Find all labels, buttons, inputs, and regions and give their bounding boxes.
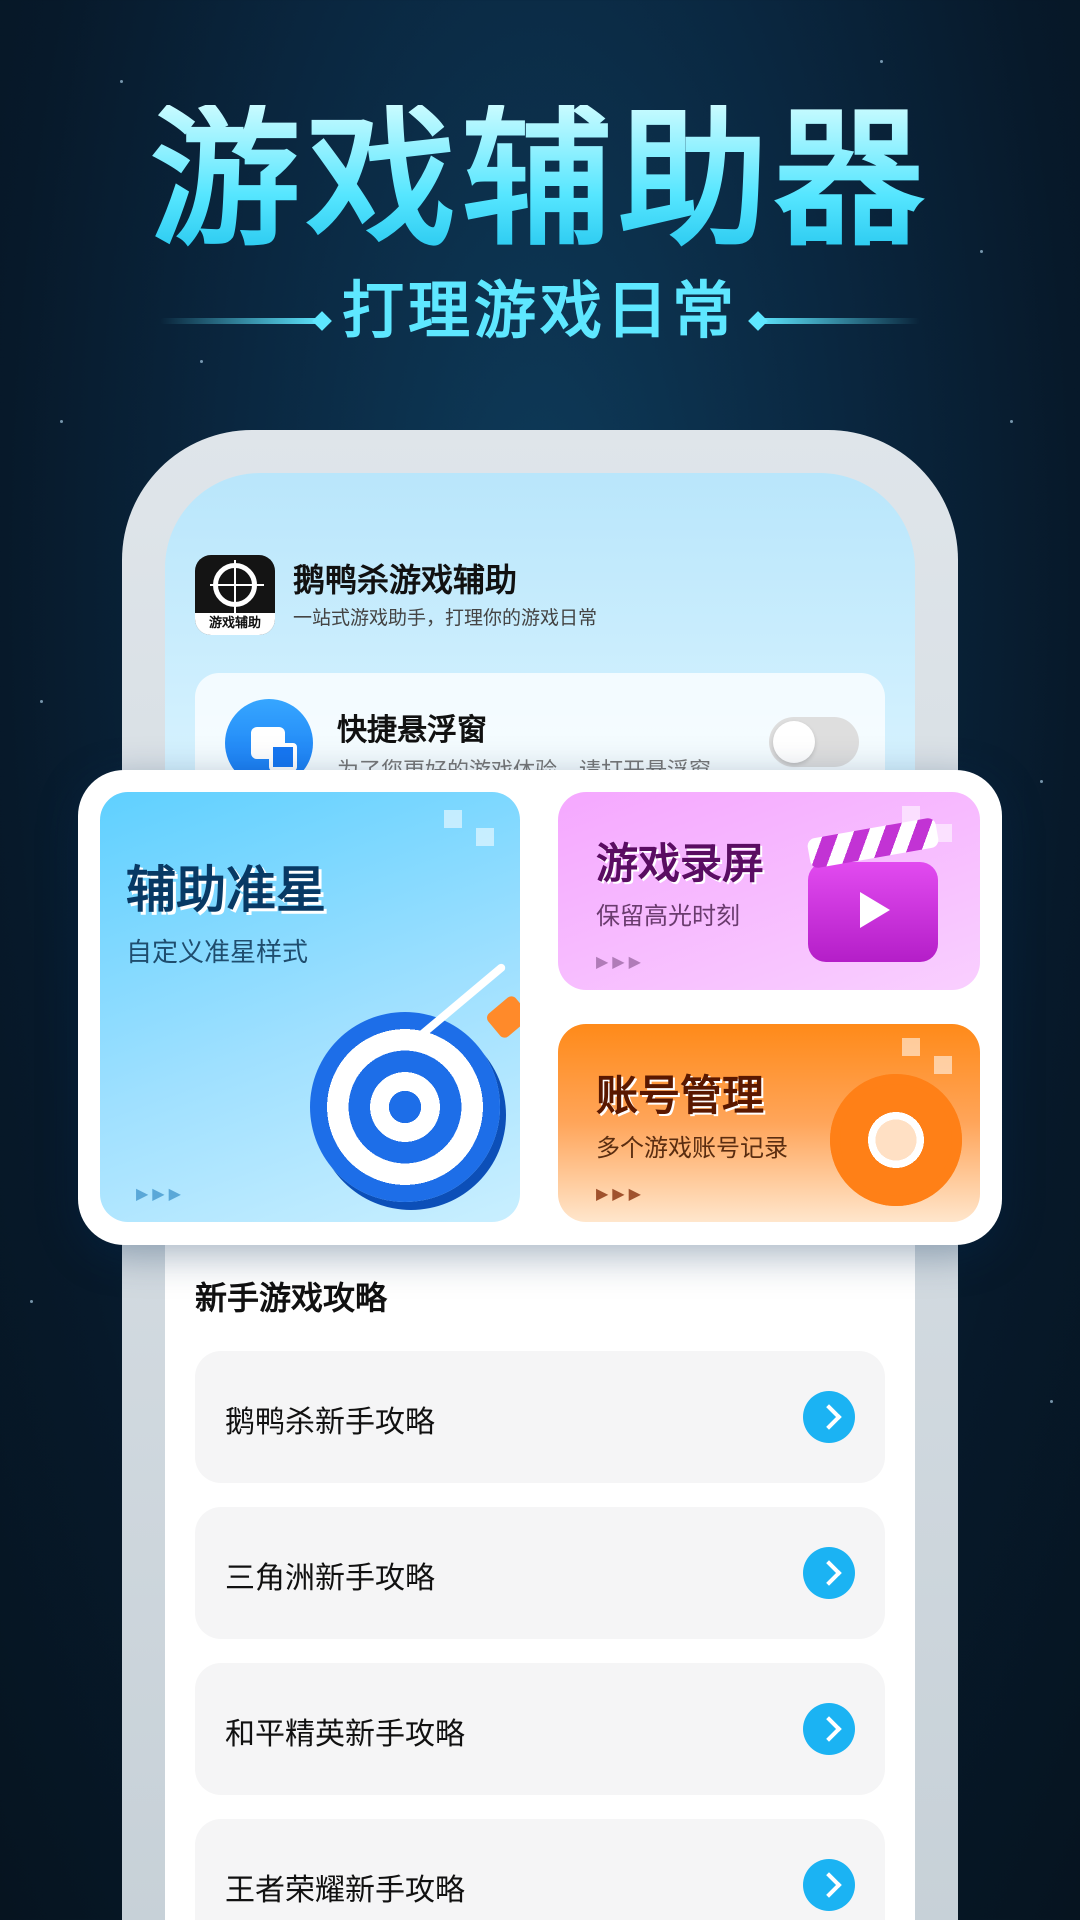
floating-window-toggle[interactable]: [769, 717, 859, 767]
floating-window-title: 快捷悬浮窗: [337, 713, 487, 748]
feature-title: 账号管理: [596, 1071, 765, 1120]
guide-item[interactable]: 鹅鸭杀新手攻略: [195, 1351, 885, 1483]
app-icon: 游戏辅助: [195, 555, 275, 635]
guide-item[interactable]: 和平精英新手攻略: [195, 1663, 885, 1795]
feature-panel: 辅助准星 自定义准星样式 ▶▶▶ 游戏录屏 保留高光时刻 ▶▶▶ 账号管理 多个…: [78, 770, 1002, 1245]
feature-subtitle: 自定义准星样式: [126, 938, 309, 968]
hero-title: 游戏辅助器: [0, 105, 1080, 255]
feature-card-accounts[interactable]: 账号管理 多个游戏账号记录 ▶▶▶: [558, 1024, 980, 1222]
hero-subtitle: 打理游戏日常: [341, 274, 738, 347]
chevron-right-icon[interactable]: [803, 1859, 855, 1911]
feature-card-crosshair[interactable]: 辅助准星 自定义准星样式 ▶▶▶: [100, 792, 520, 1222]
feature-card-recording[interactable]: 游戏录屏 保留高光时刻 ▶▶▶: [558, 792, 980, 990]
app-icon-label: 游戏辅助: [195, 613, 275, 635]
app-name: 鹅鸭杀游戏辅助: [293, 561, 518, 599]
feature-subtitle: 多个游戏账号记录: [596, 1134, 788, 1162]
pixel-decor: [444, 810, 462, 828]
feature-title: 辅助准星: [126, 861, 326, 919]
chevron-right-icon[interactable]: [803, 1391, 855, 1443]
crosshair-icon: [213, 563, 257, 607]
feature-title: 游戏录屏: [596, 839, 765, 888]
guide-item-label: 和平精英新手攻略: [225, 1717, 465, 1752]
pixel-decor: [476, 828, 494, 846]
app-description: 一站式游戏助手，打理你的游戏日常: [293, 607, 598, 629]
pixel-decor: [934, 1056, 952, 1074]
guide-item-label: 王者荣耀新手攻略: [225, 1873, 465, 1908]
arrow-fletching: [484, 993, 520, 1041]
clapperboard-icon: [808, 862, 938, 962]
chevron-right-icon[interactable]: [803, 1703, 855, 1755]
dots-indicator: ▶▶▶: [596, 1184, 645, 1203]
target-arrow-icon: [310, 1012, 500, 1202]
guide-item[interactable]: 王者荣耀新手攻略: [195, 1819, 885, 1920]
chevron-right-icon[interactable]: [803, 1547, 855, 1599]
decor-line-right: [755, 318, 920, 324]
guide-item-label: 三角洲新手攻略: [225, 1561, 435, 1596]
gear-icon: [830, 1074, 962, 1206]
dots-indicator: ▶▶▶: [136, 1184, 185, 1203]
guide-item-label: 鹅鸭杀新手攻略: [225, 1405, 435, 1440]
dots-indicator: ▶▶▶: [596, 952, 645, 971]
guide-item[interactable]: 三角洲新手攻略: [195, 1507, 885, 1639]
guides-section-title: 新手游戏攻略: [195, 1279, 388, 1317]
feature-subtitle: 保留高光时刻: [596, 902, 740, 930]
pixel-decor: [902, 1038, 920, 1056]
